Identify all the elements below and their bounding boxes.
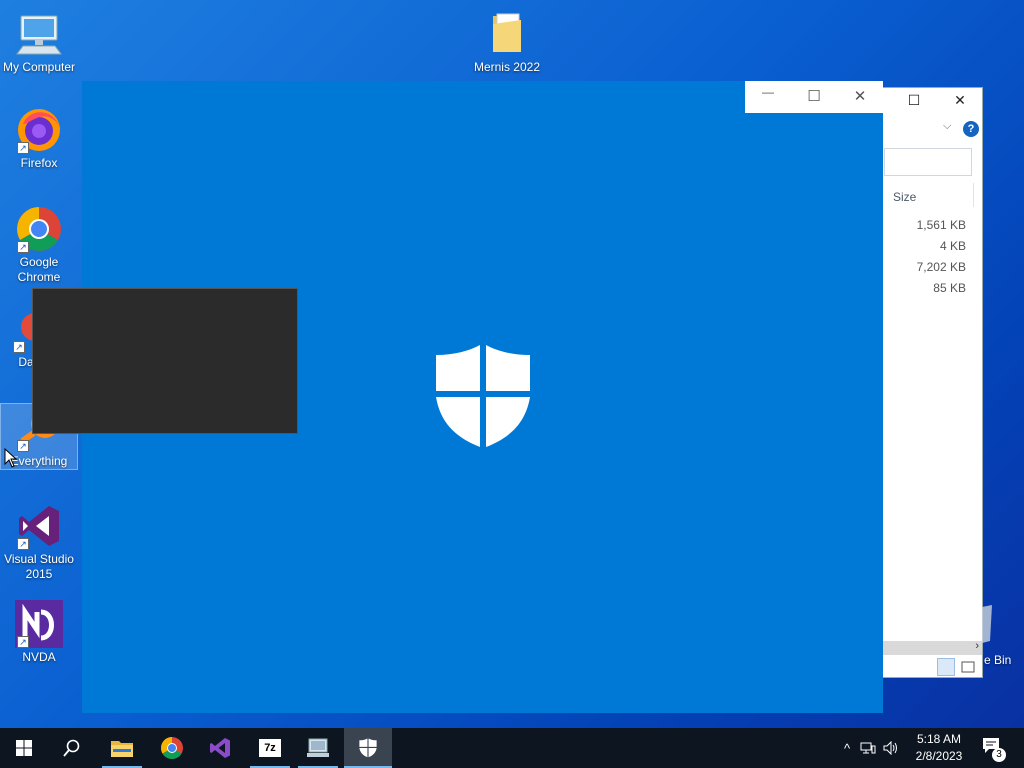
clock-date: 2/8/2023	[915, 749, 963, 763]
desktop-icon-firefox[interactable]: ↗ Firefox	[0, 106, 78, 171]
maximize-button[interactable]: ☐	[799, 87, 829, 105]
desktop-icon-label: NVDA	[22, 650, 56, 664]
network-icon[interactable]	[856, 741, 880, 755]
popup-panel	[32, 288, 298, 434]
desktop-icon-label: Firefox	[20, 156, 58, 170]
system-tray: ^	[838, 728, 902, 768]
clock-time: 5:18 AM	[916, 732, 962, 746]
visual-studio-icon	[210, 738, 230, 758]
large-icons-view-button[interactable]	[959, 658, 977, 676]
taskbar-visual-studio[interactable]	[196, 728, 244, 768]
file-explorer-icon	[111, 741, 133, 757]
chrome-icon: ↗	[15, 205, 63, 253]
help-icon[interactable]: ?	[963, 121, 979, 137]
file-size: 7,202 KB	[916, 260, 966, 274]
file-size: 1,561 KB	[916, 218, 966, 232]
folder-icon	[483, 10, 531, 58]
file-size: 4 KB	[939, 239, 966, 253]
desktop-icon-visual-studio[interactable]: ↗ Visual Studio 2015	[0, 502, 78, 582]
show-hidden-icons-chevron-icon[interactable]: ^	[838, 741, 856, 756]
minimize-button[interactable]: —	[753, 85, 783, 99]
horizontal-scrollbar[interactable]: ›	[881, 640, 982, 655]
desktop-icon-my-computer[interactable]: My Computer	[0, 10, 78, 75]
desktop-icon-mernis-2022[interactable]: Mernis 2022	[468, 10, 546, 75]
search-button[interactable]	[48, 728, 96, 768]
taskbar-windows-security[interactable]	[344, 728, 392, 768]
taskbar-clock[interactable]: 5:18 AM 2/8/2023	[905, 731, 973, 765]
taskbar-remote-desktop[interactable]	[294, 728, 342, 768]
remote-desktop-icon	[307, 738, 329, 757]
column-header-size[interactable]: Size	[893, 190, 916, 204]
mouse-cursor-icon	[4, 447, 18, 471]
start-icon	[16, 740, 32, 756]
chrome-icon	[161, 737, 183, 759]
firefox-icon: ↗	[15, 106, 63, 154]
taskbar-7zip[interactable]: 7z	[246, 728, 294, 768]
column-divider	[973, 183, 974, 207]
close-button[interactable]: ✕	[845, 87, 875, 105]
notification-count-badge: 3	[992, 748, 1006, 762]
explorer-maximize-button[interactable]: ☐	[904, 92, 924, 109]
scroll-right-icon[interactable]: ›	[975, 640, 979, 652]
nvda-icon: ↗	[15, 600, 63, 648]
file-explorer-window[interactable]: ☐ ✕ ⌵ ? Size 1,561 KB 4 KB 7,202 KB 85 K…	[880, 87, 983, 678]
search-icon	[63, 739, 80, 757]
volume-icon[interactable]	[880, 741, 902, 755]
visual-studio-icon: ↗	[15, 502, 63, 550]
desktop-icon-label: Everything	[10, 454, 68, 468]
taskbar: 7z ^ 5:18 AM 2/8/2023	[0, 728, 1024, 768]
details-view-button[interactable]	[937, 658, 955, 676]
chevron-down-icon[interactable]: ⌵	[943, 120, 951, 133]
explorer-close-button[interactable]: ✕	[950, 92, 970, 109]
desktop-icon-label: Google Chrome	[17, 255, 61, 284]
desktop-icon-google-chrome[interactable]: ↗ Google Chrome	[0, 205, 78, 285]
desktop-icon-label: e Bin	[984, 653, 1012, 667]
desktop-icon-recycle-bin[interactable]: e Bin	[982, 605, 1011, 667]
search-input[interactable]	[884, 148, 972, 176]
title-bar[interactable]: — ☐ ✕	[745, 81, 883, 113]
windows-security-icon	[359, 738, 377, 758]
shield-icon	[434, 345, 532, 449]
desktop-icon-label: My Computer	[2, 60, 76, 74]
desktop-icon-nvda[interactable]: ↗ NVDA	[0, 600, 78, 665]
computer-icon	[15, 10, 63, 58]
recycle-bin-icon	[982, 605, 994, 645]
start-button[interactable]	[0, 728, 48, 768]
desktop-icon-label: Visual Studio 2015	[4, 552, 74, 581]
taskbar-chrome[interactable]	[148, 728, 196, 768]
desktop-icon-label: Mernis 2022	[473, 60, 541, 74]
taskbar-file-explorer[interactable]	[98, 728, 146, 768]
file-size: 85 KB	[933, 281, 966, 295]
7zip-icon: 7z	[259, 739, 281, 757]
